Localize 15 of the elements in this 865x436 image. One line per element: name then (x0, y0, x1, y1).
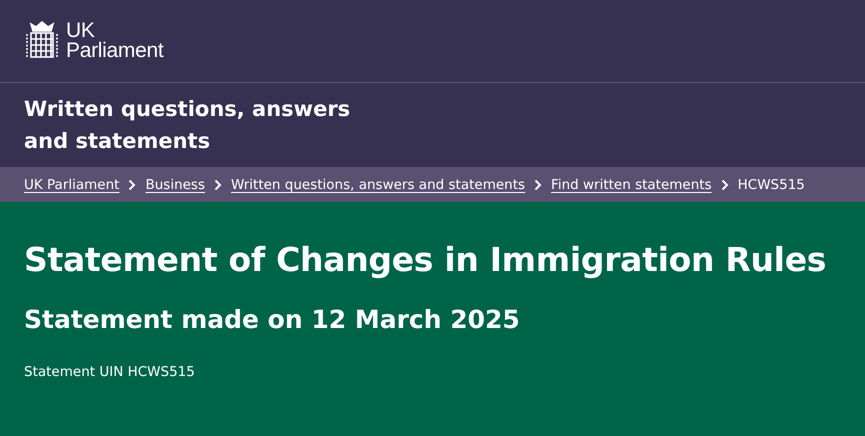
statement-uin: Statement UIN HCWS515 (24, 364, 196, 380)
breadcrumb-link[interactable]: Business (145, 176, 205, 192)
breadcrumb-link[interactable]: UK Parliament (24, 176, 120, 192)
section-title: Written questions, answers and statements (24, 96, 352, 155)
uk-parliament-logo[interactable]: UK Parliament (24, 21, 164, 61)
breadcrumb-link[interactable]: Written questions, answers and statements (231, 176, 526, 192)
portcullis-icon (24, 21, 60, 61)
chevron-right-icon (128, 178, 136, 190)
breadcrumb-link[interactable]: Find written statements (551, 176, 712, 192)
chevron-right-icon (534, 178, 542, 190)
chevron-right-icon (214, 178, 222, 190)
chevron-right-icon (720, 178, 729, 190)
statement-date: Statement made on 12 March 2025 (24, 305, 521, 334)
breadcrumb-current: HCWS515 (738, 176, 805, 192)
statement-title: Statement of Changes in Immigration Rules (24, 240, 828, 279)
